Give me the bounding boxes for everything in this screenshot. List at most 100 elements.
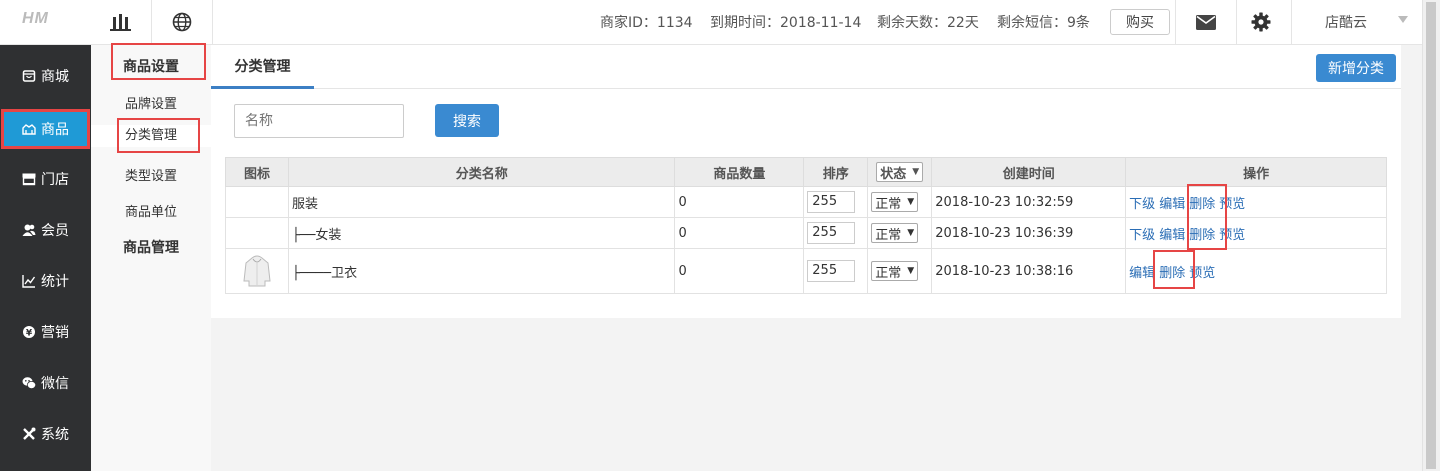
sort-cell: 255 — [803, 217, 869, 249]
edit-link[interactable]: 编辑 — [1159, 197, 1185, 212]
subnav-group-goods-manage[interactable]: 商品管理 — [91, 237, 211, 257]
add-category-button[interactable]: 新增分类 — [1316, 54, 1396, 82]
subnav-item-brand[interactable]: 品牌设置 — [91, 93, 211, 112]
status-select[interactable]: 正常 ▼ — [871, 261, 919, 281]
member-icon — [22, 224, 36, 236]
mail-button[interactable] — [1176, 0, 1237, 44]
goods-count: 0 — [674, 248, 805, 294]
mail-icon — [1196, 14, 1216, 30]
highlight-box — [1187, 184, 1227, 250]
highlight-box — [117, 118, 200, 153]
merchant-id: 商家ID：1134 — [600, 15, 693, 31]
main-panel: 分类管理 新增分类 搜索 图标 分类名称 商品数量 排序 状态 ▼ 创建时间 操作… — [211, 45, 1401, 318]
highlight-box — [1153, 250, 1195, 289]
sidebar-item-label: 营销 — [41, 325, 69, 341]
icon-cell — [225, 186, 289, 218]
status-value: 正常 — [875, 196, 902, 212]
edit-link[interactable]: 编辑 — [1129, 266, 1155, 281]
sidebar-item-stats[interactable]: 统计 — [0, 264, 91, 298]
tab-category-management[interactable]: 分类管理 — [211, 45, 314, 89]
sidebar-item-marketing[interactable]: ¥ 营销 — [0, 315, 91, 349]
sms-left: 剩余短信：9条 — [997, 15, 1090, 31]
svg-text:¥: ¥ — [26, 329, 33, 339]
sidebar: 商城 商品 门店 会员 统计 ¥ 营销 微信 系统 — [0, 45, 91, 471]
expiry-date: 到期时间：2018-11-14 — [710, 15, 862, 31]
table-header: 图标 分类名称 商品数量 排序 状态 ▼ 创建时间 操作 — [225, 157, 1387, 187]
subnav-item-unit[interactable]: 商品单位 — [91, 201, 211, 220]
column-header: 图标 — [225, 157, 289, 187]
bar-chart-icon — [110, 14, 131, 31]
sort-input[interactable]: 255 — [807, 191, 856, 213]
created-time: 2018-10-23 10:38:16 — [931, 248, 1127, 294]
sidebar-item-label: 统计 — [41, 274, 69, 290]
sidebar-item-mall[interactable]: 商城 — [0, 59, 91, 93]
store-icon — [22, 173, 36, 186]
search-button[interactable]: 搜索 — [435, 104, 499, 137]
goods-count: 0 — [674, 217, 805, 249]
status-select[interactable]: 正常 ▼ — [871, 223, 919, 243]
gear-icon — [1251, 12, 1271, 32]
settings-button[interactable] — [1231, 0, 1292, 44]
stats-icon-button[interactable] — [91, 0, 152, 44]
status-select[interactable]: 正常 ▼ — [871, 192, 919, 212]
search-input[interactable] — [234, 104, 404, 138]
column-header: 操作 — [1125, 157, 1387, 187]
status-value: 正常 — [875, 265, 902, 281]
globe-icon — [172, 12, 192, 32]
days-left: 剩余天数：22天 — [877, 15, 979, 31]
buy-button[interactable]: 购买 — [1110, 9, 1170, 35]
sidebar-item-label: 门店 — [41, 172, 69, 188]
line-chart-icon — [22, 275, 36, 288]
globe-icon-button[interactable] — [152, 0, 213, 44]
marketing-icon: ¥ — [23, 326, 35, 339]
operations-cell: 下级 编辑 删除 预览 — [1125, 217, 1387, 249]
sort-input[interactable]: 255 — [807, 222, 856, 244]
sort-input[interactable]: 255 — [807, 260, 856, 282]
sidebar-item-label: 会员 — [41, 223, 69, 239]
sidebar-item-label: 商品 — [41, 122, 69, 138]
column-header: 创建时间 — [931, 157, 1127, 187]
sidebar-item-goods[interactable]: 商品 — [1, 109, 90, 149]
table-row: ├────卫衣 0 255 正常 ▼ 2018-10-23 10:38:16 编辑… — [225, 248, 1387, 294]
icon-cell — [225, 248, 289, 294]
caret-down-icon: ▼ — [912, 167, 920, 177]
tools-icon — [23, 427, 36, 440]
status-filter[interactable]: 状态 ▼ — [867, 157, 933, 187]
created-time: 2018-10-23 10:32:59 — [931, 186, 1127, 218]
edit-link[interactable]: 编辑 — [1159, 228, 1185, 243]
hoodie-thumbnail-icon — [243, 255, 271, 287]
sidebar-item-label: 商城 — [41, 69, 69, 85]
sidebar-item-member[interactable]: 会员 — [0, 213, 91, 247]
scrollbar-thumb[interactable] — [1426, 2, 1436, 469]
status-cell: 正常 ▼ — [867, 186, 933, 218]
caret-down-icon: ▼ — [907, 197, 915, 207]
goods-count: 0 — [674, 186, 805, 218]
caret-down-icon: ▼ — [907, 266, 915, 276]
goods-icon — [22, 124, 36, 135]
operations-cell: 下级 编辑 删除 预览 — [1125, 186, 1387, 218]
sub-level-link[interactable]: 下级 — [1129, 197, 1155, 212]
status-cell: 正常 ▼ — [867, 248, 933, 294]
sort-cell: 255 — [803, 186, 869, 218]
wechat-icon — [22, 377, 36, 389]
sidebar-item-wechat[interactable]: 微信 — [0, 366, 91, 400]
highlight-box — [111, 43, 206, 80]
subnav-item-type[interactable]: 类型设置 — [91, 165, 211, 184]
shop-icon — [22, 70, 36, 82]
chevron-down-icon[interactable] — [1398, 16, 1408, 23]
sub-navigation: 商品设置 品牌设置 分类管理 类型设置 商品单位 商品管理 — [91, 45, 211, 471]
sidebar-item-label: 微信 — [41, 376, 69, 392]
column-header: 排序 — [803, 157, 869, 187]
caret-down-icon: ▼ — [907, 228, 915, 238]
sub-level-link[interactable]: 下级 — [1129, 228, 1155, 243]
created-time: 2018-10-23 10:36:39 — [931, 217, 1127, 249]
logo: HM — [22, 10, 49, 27]
sidebar-item-system[interactable]: 系统 — [0, 417, 91, 451]
sort-cell: 255 — [803, 248, 869, 294]
category-name: ├────卫衣 — [287, 248, 676, 294]
top-bar: HM 商家ID：1134 到期时间：2018-11-14 剩余天数：22天 剩余… — [0, 0, 1422, 45]
category-name: ├──女装 — [287, 217, 676, 249]
sidebar-item-store[interactable]: 门店 — [0, 162, 91, 196]
user-menu[interactable]: 店酷云 — [1325, 12, 1367, 32]
status-filter-label: 状态 — [880, 166, 907, 182]
